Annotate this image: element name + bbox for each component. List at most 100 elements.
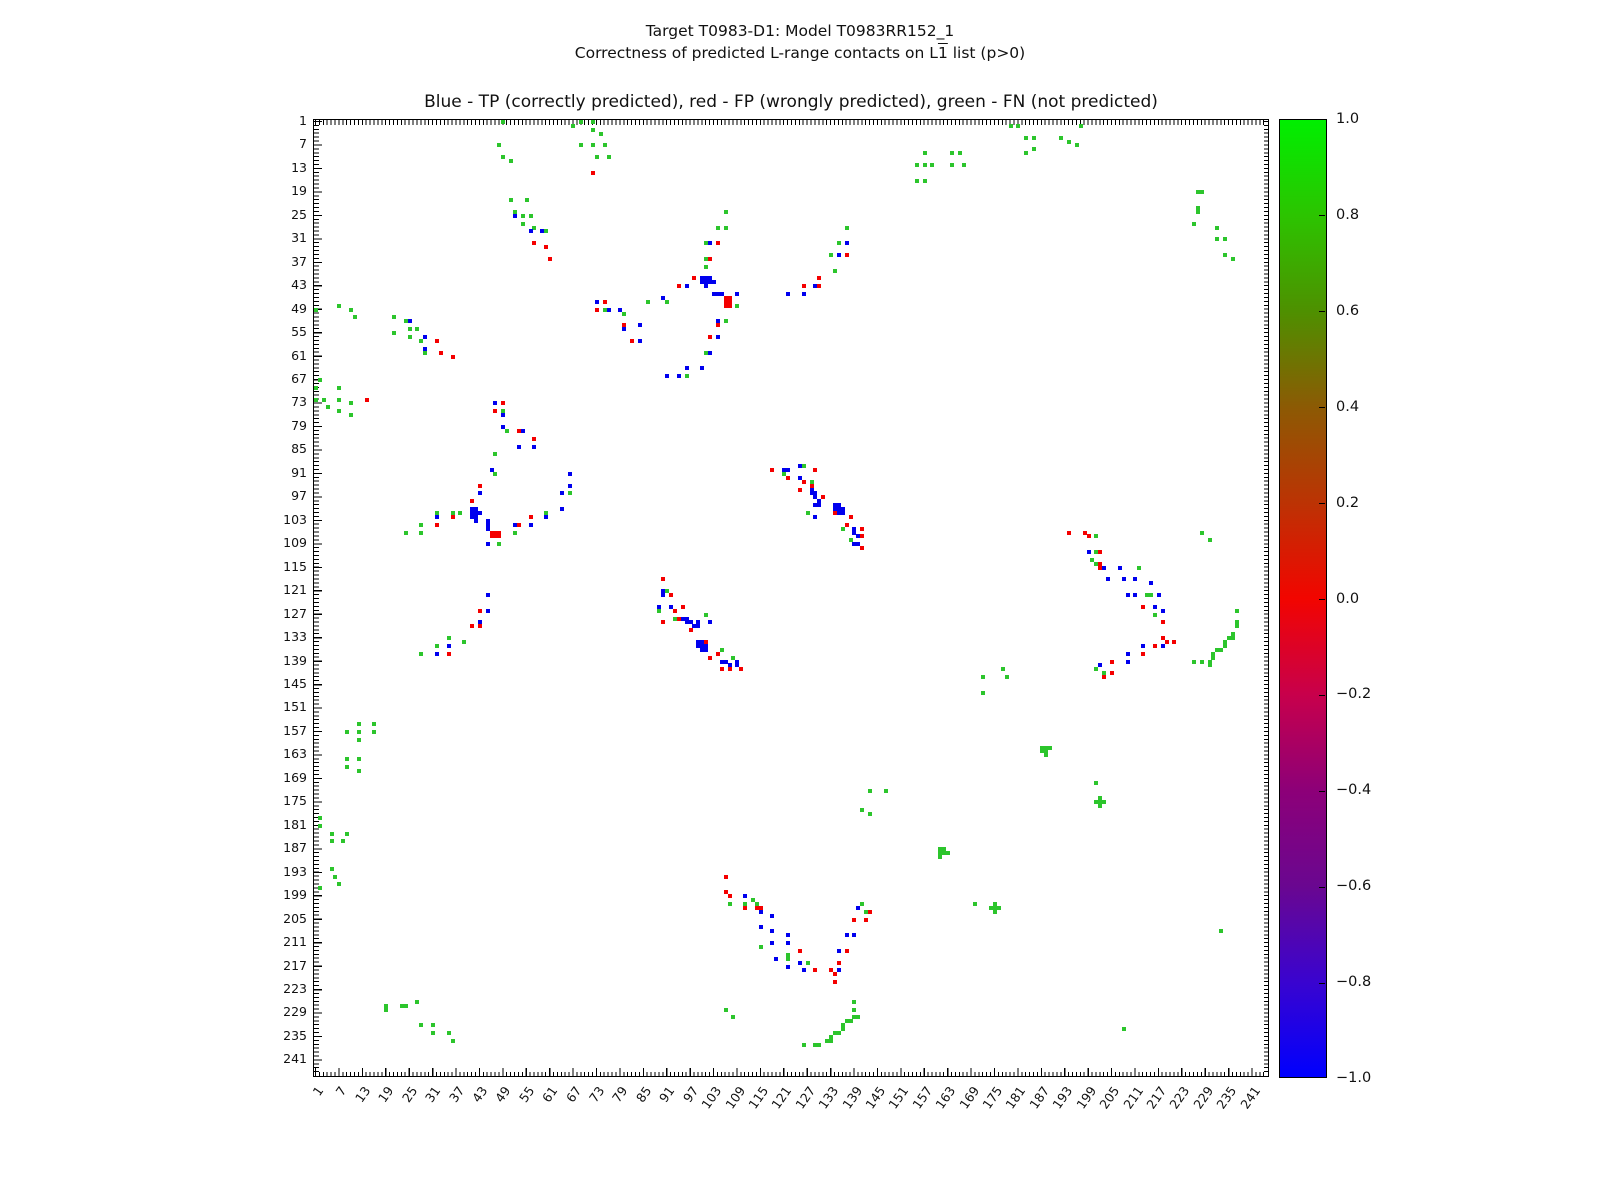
colorbar-tick-label: −0.6: [1336, 877, 1396, 895]
contact-marker-g: [462, 640, 466, 644]
contact-marker-b: [1157, 593, 1161, 597]
contact-marker-b: [1149, 581, 1153, 585]
axis-ticks-bottom: [315, 1072, 1267, 1077]
y-tick-label: 205: [247, 911, 307, 927]
contact-marker-b: [708, 241, 712, 245]
contact-marker-b: [798, 961, 802, 965]
contact-marker-b: [638, 323, 642, 327]
contact-marker-g: [415, 1000, 419, 1004]
contact-marker-b: [1126, 593, 1130, 597]
contact-marker-g: [1223, 644, 1227, 648]
contact-marker-b: [435, 652, 439, 656]
contact-marker-b: [493, 401, 497, 405]
contact-marker-b: [817, 503, 821, 507]
contact-marker-b: [813, 515, 817, 519]
contact-marker-g: [685, 374, 689, 378]
contact-marker-r: [716, 241, 720, 245]
contact-marker-g: [1001, 667, 1005, 671]
axis-major-ticks-left: [314, 121, 322, 1075]
y-tick-label: 175: [247, 793, 307, 809]
contact-marker-b: [841, 511, 845, 515]
contact-marker-g: [997, 906, 1001, 910]
colorbar-tick-label: −0.4: [1336, 781, 1396, 799]
contact-marker-r: [548, 257, 552, 261]
contact-marker-g: [1223, 237, 1227, 241]
contact-marker-r: [517, 523, 521, 527]
contact-marker-r: [728, 667, 732, 671]
contact-marker-r: [435, 339, 439, 343]
contact-marker-g: [497, 542, 501, 546]
contact-marker-g: [419, 652, 423, 656]
y-tick-label: 13: [247, 160, 307, 176]
colorbar-tick: [1319, 983, 1325, 984]
y-tick-label: 121: [247, 582, 307, 598]
contact-marker-g: [646, 300, 650, 304]
figure-title: Target T0983-D1: Model T0983RR152_1: [0, 22, 1600, 40]
colorbar-tick-label: −0.2: [1336, 685, 1396, 703]
contact-marker-b: [607, 308, 611, 312]
contact-marker-g: [1215, 648, 1219, 652]
contact-marker-r: [716, 323, 720, 327]
contact-marker-b: [704, 284, 708, 288]
contact-marker-g: [509, 198, 513, 202]
contact-marker-g: [532, 226, 536, 230]
contact-marker-r: [802, 284, 806, 288]
contact-marker-r: [1110, 671, 1114, 675]
contact-marker-g: [423, 351, 427, 355]
contact-marker-r: [833, 980, 837, 984]
colorbar-tick: [1319, 791, 1325, 792]
contact-marker-g: [1032, 136, 1036, 140]
contact-marker-g: [1192, 660, 1196, 664]
contact-marker-g: [622, 312, 626, 316]
contact-marker-r: [860, 527, 864, 531]
y-tick-label: 139: [247, 653, 307, 669]
y-tick-label: 49: [247, 301, 307, 317]
contact-marker-r: [1153, 644, 1157, 648]
contact-marker-b: [743, 894, 747, 898]
contact-marker-b: [696, 624, 700, 628]
contact-marker-g: [431, 1023, 435, 1027]
contact-marker-b: [435, 515, 439, 519]
contact-marker-r: [451, 355, 455, 359]
contact-marker-g: [404, 1004, 408, 1008]
contact-marker-r: [817, 284, 821, 288]
contact-marker-g: [349, 413, 353, 417]
contact-marker-r: [532, 437, 536, 441]
contact-marker-b: [786, 468, 790, 472]
contact-marker-r: [689, 628, 693, 632]
contact-marker-g: [431, 1031, 435, 1035]
y-tick-label: 181: [247, 817, 307, 833]
contact-marker-r: [1172, 640, 1176, 644]
contact-marker-r: [497, 534, 501, 538]
contact-marker-b: [1161, 609, 1165, 613]
contact-marker-g: [841, 527, 845, 531]
contact-marker-b: [423, 335, 427, 339]
y-tick-label: 7: [247, 136, 307, 152]
contact-marker-g: [345, 832, 349, 836]
contact-marker-g: [923, 179, 927, 183]
y-tick-label: 127: [247, 606, 307, 622]
contact-marker-g: [357, 757, 361, 761]
y-tick-label: 241: [247, 1051, 307, 1067]
contact-marker-r: [365, 398, 369, 402]
contact-marker-b: [661, 593, 665, 597]
colorbar-tick: [1319, 695, 1325, 696]
contact-marker-g: [372, 722, 376, 726]
contact-marker-g: [353, 315, 357, 319]
contact-marker-b: [786, 933, 790, 937]
contact-marker-g: [981, 691, 985, 695]
contact-marker-g: [1231, 636, 1235, 640]
y-tick-label: 193: [247, 864, 307, 880]
contact-marker-b: [1122, 577, 1126, 581]
contact-marker-g: [521, 222, 525, 226]
axis-ticks-left: [314, 121, 319, 1075]
contact-marker-g: [1059, 136, 1063, 140]
contact-marker-g: [579, 120, 583, 124]
contact-marker-b: [845, 241, 849, 245]
contact-marker-r: [739, 667, 743, 671]
contact-marker-b: [622, 327, 626, 331]
contact-marker-g: [345, 757, 349, 761]
contact-marker-g: [501, 120, 505, 124]
contact-marker-b: [735, 292, 739, 296]
contact-marker-g: [1211, 656, 1215, 660]
